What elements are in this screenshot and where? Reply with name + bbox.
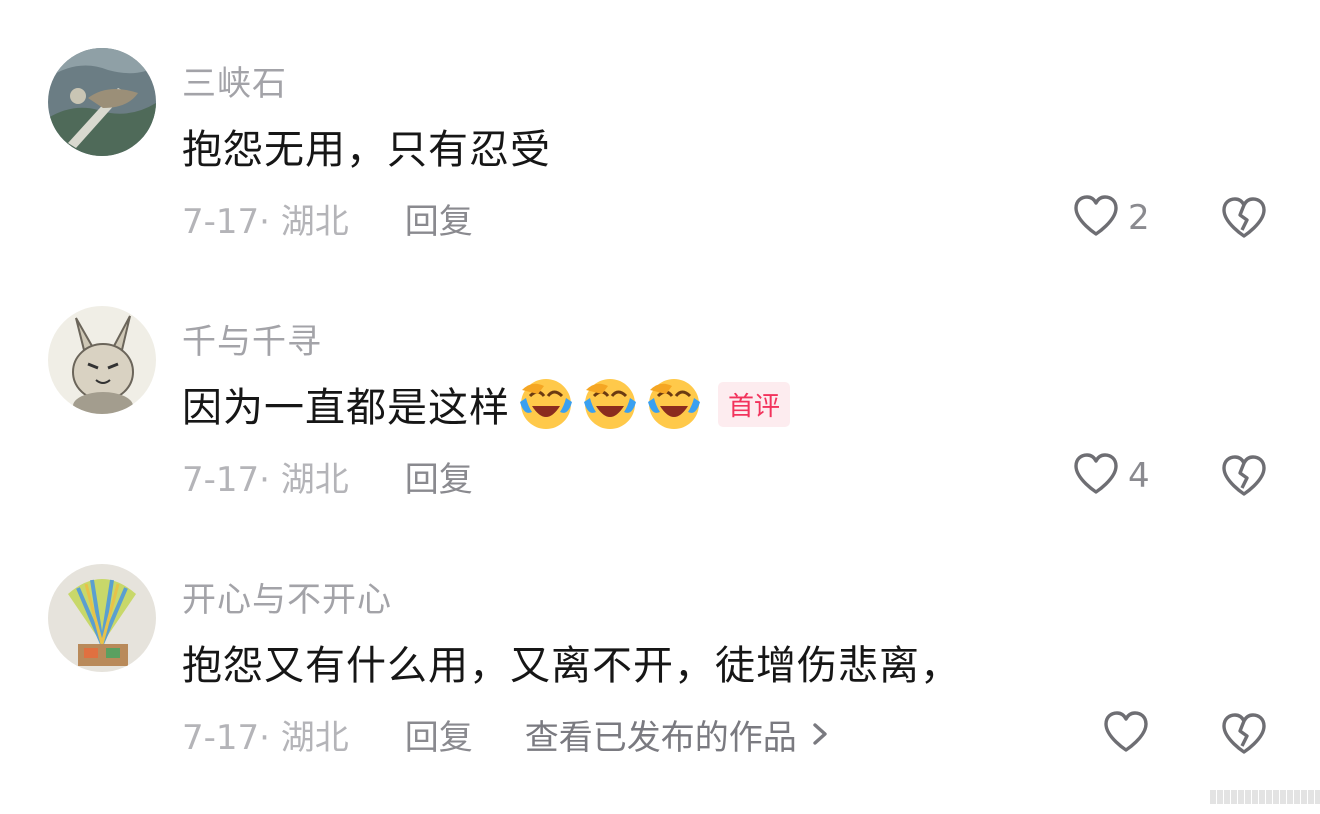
laughing-crying-emoji	[646, 376, 702, 432]
broken-heart-icon	[1220, 455, 1268, 502]
username[interactable]: 千与千寻	[182, 314, 322, 363]
chevron-right-icon	[813, 723, 827, 745]
heart-outline-icon	[1072, 452, 1120, 500]
dislike-button[interactable]	[1220, 712, 1268, 756]
comment-text: 抱怨又有什么用，又离不开，徒增伤悲离，	[182, 643, 961, 689]
comment-date-location: 7-17· 湖北	[182, 459, 349, 500]
like-button[interactable]: 4	[1072, 452, 1150, 500]
like-count: 2	[1128, 198, 1150, 238]
comment-item: 三峡石 抱怨无用，只有忍受 7-17· 湖北 回复 2	[0, 48, 1320, 298]
reply-button[interactable]: 回复	[405, 452, 473, 501]
comment-meta: 7-17· 湖北 回复	[182, 194, 473, 242]
comment-date-location: 7-17· 湖北	[182, 717, 349, 758]
avatar[interactable]	[48, 48, 156, 156]
laughing-crying-emoji	[518, 376, 574, 432]
comment-text: 因为一直都是这样	[182, 385, 510, 431]
comment-item: 千与千寻 因为一直都是这样 首评 7-17· 湖北 回复 4	[0, 306, 1320, 556]
avatar[interactable]	[48, 306, 156, 414]
username[interactable]: 三峡石	[182, 56, 287, 105]
comment-text-row: 因为一直都是这样 首评	[182, 374, 791, 434]
view-published-works-link[interactable]: 查看已发布的作品	[525, 710, 831, 759]
comment-text-row: 抱怨无用，只有忍受	[182, 116, 551, 176]
comment-text-row: 抱怨又有什么用，又离不开，徒增伤悲离，	[182, 632, 961, 692]
heart-outline-icon	[1072, 194, 1120, 242]
comment-meta: 7-17· 湖北 回复	[182, 452, 473, 500]
like-count: 4	[1128, 456, 1150, 496]
watermark-decoration	[1210, 790, 1320, 804]
first-comment-badge: 首评	[718, 381, 791, 427]
reply-button[interactable]: 回复	[405, 194, 473, 243]
broken-heart-icon	[1220, 197, 1268, 244]
like-button[interactable]: 2	[1072, 194, 1150, 242]
laughing-crying-emoji	[582, 376, 638, 432]
dislike-button[interactable]	[1220, 196, 1268, 240]
comment-text: 抱怨无用，只有忍受	[182, 127, 551, 173]
comment-item: 开心与不开心 抱怨又有什么用，又离不开，徒增伤悲离， 7-17· 湖北 回复 查…	[0, 564, 1320, 814]
reply-button[interactable]: 回复	[405, 710, 473, 759]
avatar[interactable]	[48, 564, 156, 672]
broken-heart-icon	[1220, 713, 1268, 760]
view-published-works-label: 查看已发布的作品	[524, 717, 797, 758]
dislike-button[interactable]	[1220, 454, 1268, 498]
username[interactable]: 开心与不开心	[182, 572, 392, 621]
like-button[interactable]	[1102, 710, 1150, 758]
comment-date-location: 7-17· 湖北	[182, 201, 349, 242]
comment-meta: 7-17· 湖北 回复 查看已发布的作品	[182, 710, 831, 758]
heart-outline-icon	[1102, 710, 1150, 758]
